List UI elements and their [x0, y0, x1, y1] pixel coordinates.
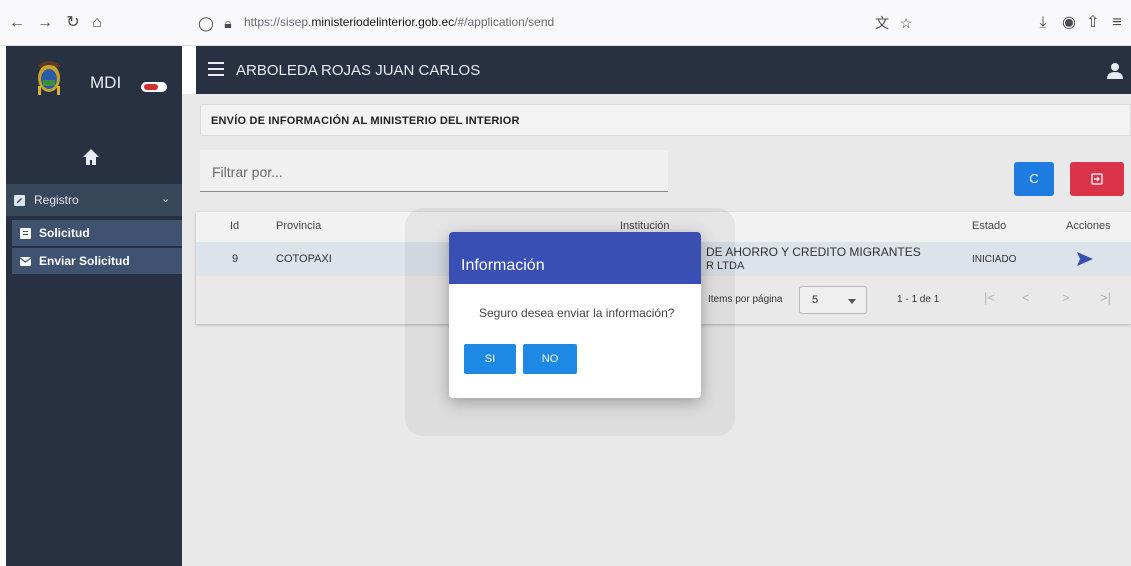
dialog-header: Información [449, 232, 701, 284]
column-header-acciones: Acciones [1066, 220, 1111, 232]
address-bar[interactable]: ◯ 🔒︎ https://sisep.ministeriodelinterior… [196, 8, 926, 38]
url-text[interactable]: https://sisep.ministeriodelinterior.gob.… [244, 15, 554, 29]
sidebar-item-label: Enviar Solicitud [39, 254, 130, 268]
exit-button[interactable] [1070, 162, 1124, 196]
page-range: 1 - 1 de 1 [897, 294, 940, 305]
send-icon[interactable] [1076, 251, 1094, 267]
user-account-icon[interactable] [1106, 62, 1124, 80]
page-size-select[interactable]: 5 [799, 286, 867, 314]
page-title: ENVÍO DE INFORMACIÓN AL MINISTERIO DEL I… [211, 115, 520, 127]
column-header-estado[interactable]: Estado [972, 220, 1006, 232]
sidebar-group-registro[interactable]: Registro ⌄ [6, 184, 182, 216]
sidebar: MDI Registro ⌄ Solicitud Enviar Solicitu… [6, 46, 182, 566]
bookmark-star-icon[interactable]: ☆ [896, 13, 916, 33]
cell-institucion-line1: DE AHORRO Y CREDITO MIGRANTES [706, 245, 921, 259]
last-page-icon[interactable]: >| [1100, 290, 1111, 305]
first-page-icon[interactable]: |< [984, 290, 995, 305]
sidebar-brand: MDI [6, 46, 182, 128]
confirm-dialog: Información Seguro desea enviar la infor… [449, 232, 701, 398]
caret-down-icon [848, 299, 856, 304]
filter-placeholder: Filtrar por... [212, 164, 283, 180]
coat-of-arms-logo [37, 61, 61, 95]
shield-icon[interactable]: ◯ [196, 13, 216, 33]
forward-icon[interactable]: → [34, 12, 56, 34]
edit-square-icon [14, 195, 25, 206]
yes-button[interactable]: SI [464, 344, 516, 374]
reload-icon[interactable]: ↻ [62, 12, 84, 34]
share-icon[interactable]: ⇧ [1082, 12, 1104, 34]
cell-provincia: COTOPAXI [276, 253, 332, 265]
filter-input[interactable]: Filtrar por... [200, 150, 668, 192]
no-button[interactable]: NO [523, 344, 577, 374]
dialog-message: Seguro desea enviar la información? [479, 306, 675, 320]
top-header: ARBOLEDA ROJAS JUAN CARLOS [196, 46, 1131, 94]
sidebar-item-enviar-solicitud[interactable]: Enviar Solicitud [12, 248, 182, 274]
refresh-button[interactable]: C [1014, 162, 1054, 196]
sidebar-toggle[interactable] [141, 82, 167, 92]
column-header-provincia[interactable]: Provincia [276, 220, 321, 232]
envelope-icon [20, 257, 31, 266]
browser-toolbar: ← → ↻ ⌂ ◯ 🔒︎ https://sisep.ministeriodel… [0, 0, 1131, 46]
download-icon[interactable]: ⤓ [1032, 12, 1054, 34]
translate-icon[interactable]: 文 [872, 13, 892, 33]
previous-page-icon[interactable]: < [1022, 290, 1030, 305]
lock-icon[interactable]: 🔒︎ [218, 13, 238, 33]
section-header: ENVÍO DE INFORMACIÓN AL MINISTERIO DEL I… [200, 104, 1131, 136]
app-menu-icon[interactable]: ≡ [1106, 12, 1128, 34]
sidebar-item-solicitud[interactable]: Solicitud [12, 220, 182, 246]
refresh-icon: C [1029, 171, 1039, 186]
column-header-id[interactable]: Id [230, 220, 239, 232]
page-size-value: 5 [812, 294, 819, 306]
document-icon [20, 228, 31, 239]
cell-estado: INICIADO [972, 254, 1017, 265]
chevron-down-icon: ⌄ [161, 193, 171, 205]
sidebar-group-label: Registro [34, 193, 79, 207]
cell-id: 9 [232, 253, 239, 265]
extension-icon[interactable]: ◉ [1058, 12, 1080, 34]
brand-name: MDI [90, 73, 122, 92]
logout-icon [1091, 173, 1103, 185]
sidebar-item-label: Solicitud [39, 226, 90, 240]
menu-icon[interactable] [208, 62, 224, 76]
back-icon[interactable]: ← [6, 12, 28, 34]
dialog-title: Información [461, 257, 545, 274]
next-page-icon[interactable]: > [1062, 290, 1070, 305]
home-icon[interactable] [80, 146, 102, 168]
home-browser-icon[interactable]: ⌂ [86, 12, 108, 34]
user-name: ARBOLEDA ROJAS JUAN CARLOS [236, 62, 481, 79]
